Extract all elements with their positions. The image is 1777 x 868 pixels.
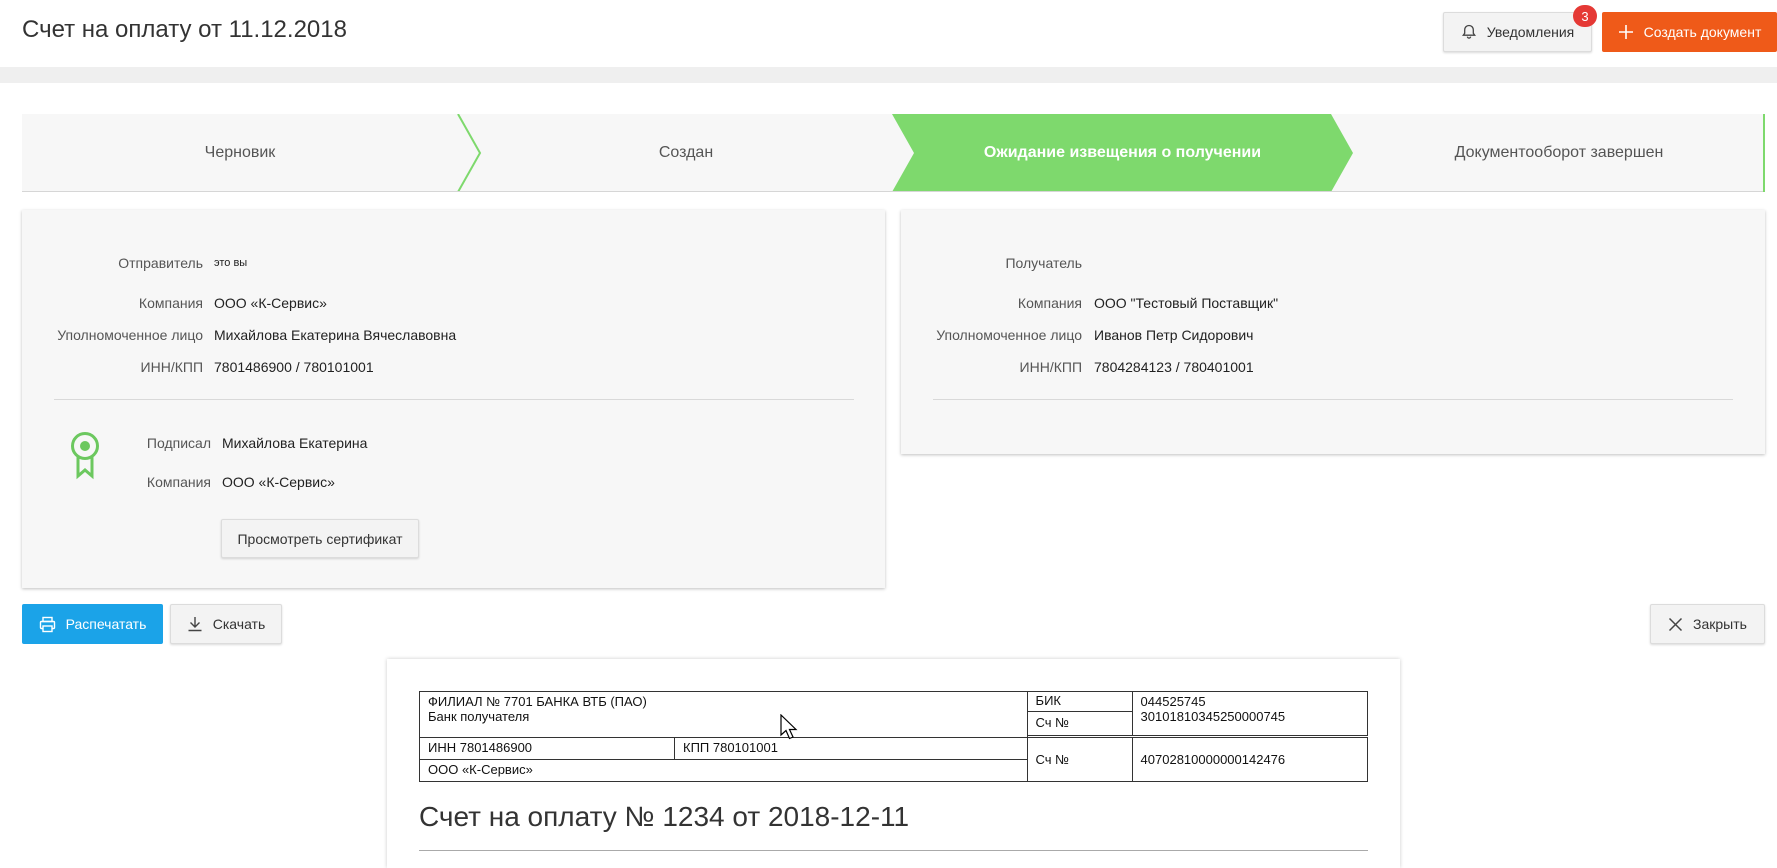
receiver-role-label: Получатель xyxy=(1005,255,1082,271)
sender-person-label: Уполномоченное лицо xyxy=(57,327,203,343)
sender-person-value: Михайлова Екатерина Вячеславовна xyxy=(214,327,457,343)
signed-label: Подписал xyxy=(146,435,211,451)
bik-label: БИК xyxy=(1027,693,1132,712)
sender-company-label: Компания xyxy=(138,295,203,311)
sender-divider xyxy=(54,399,854,400)
bik-label-cell: БИК Сч № xyxy=(1026,691,1133,736)
step-completed: Документооборот завершен xyxy=(1454,144,1664,161)
page-title: Счет на оплату от 11.12.2018 xyxy=(22,16,347,43)
status-stepper: Черновик Создан Ожидание извещения о пол… xyxy=(22,114,1765,192)
plus-icon xyxy=(1618,25,1633,39)
receiver-inn-label: ИНН/КПП xyxy=(1019,359,1082,375)
notifications-button[interactable]: Уведомления xyxy=(1443,12,1592,52)
signed-company-value: ООО «К-Сервис» xyxy=(222,474,335,490)
sender-inn-value: 7801486900 / 780101001 xyxy=(214,359,374,375)
download-button[interactable]: Скачать xyxy=(170,604,282,644)
close-icon xyxy=(1669,617,1683,631)
bik-value-cell: 044525745 30101810345250000745 xyxy=(1131,691,1369,736)
corr-account-label: Сч № xyxy=(1035,715,1070,730)
step-created: Создан xyxy=(658,144,714,161)
bank-label: Банк получателя xyxy=(428,709,530,724)
print-label: Распечатать xyxy=(65,616,147,632)
signature-award-icon xyxy=(71,432,99,480)
sender-role-value: это вы xyxy=(214,257,248,269)
receiver-divider xyxy=(933,399,1733,400)
bik-value: 044525745 xyxy=(1140,694,1206,709)
download-icon xyxy=(188,617,202,632)
mouse-cursor-icon xyxy=(780,714,798,740)
notifications-count-badge: 3 xyxy=(1573,5,1597,27)
create-document-button[interactable]: Создать документ xyxy=(1602,12,1777,52)
account-value-cell: 40702810000000142476 xyxy=(1131,737,1369,782)
printer-icon xyxy=(39,616,55,632)
account-label-cell: Сч № xyxy=(1026,737,1133,782)
top-bar: Счет на оплату от 11.12.2018 Уведомления… xyxy=(0,0,1777,67)
bell-icon xyxy=(1461,24,1476,39)
corr-account-value: 30101810345250000745 xyxy=(1140,709,1286,724)
step-awaiting-receipt: Ожидание извещения о получении xyxy=(983,144,1262,161)
invoice-title-divider xyxy=(419,850,1368,851)
sender-role-label: Отправитель xyxy=(118,255,203,271)
receiver-person-label: Уполномоченное лицо xyxy=(936,327,1082,343)
bank-details-table: ФИЛИАЛ № 7701 БАНКА ВТБ (ПАО) Банк получ… xyxy=(419,691,1369,782)
signed-value: Михайлова Екатерина xyxy=(222,435,368,451)
kpp-cell: КПП 780101001 xyxy=(674,737,1028,760)
sender-company-value: ООО «К-Сервис» xyxy=(214,295,327,311)
header-divider-band xyxy=(0,67,1777,83)
inn-cell: ИНН 7801486900 xyxy=(419,737,675,760)
bank-name: ФИЛИАЛ № 7701 БАНКА ВТБ (ПАО) xyxy=(428,694,647,709)
close-label: Закрыть xyxy=(1693,616,1747,632)
download-label: Скачать xyxy=(212,616,266,632)
sender-inn-label: ИНН/КПП xyxy=(140,359,203,375)
invoice-title: Счет на оплату № 1234 от 2018-12-11 xyxy=(419,801,910,832)
recipient-cell: ООО «К-Сервис» xyxy=(419,759,1028,782)
receiver-company-value: ООО "Тестовый Поставщик" xyxy=(1094,295,1279,311)
notifications-label: Уведомления xyxy=(1486,24,1575,40)
receiver-person-value: Иванов Петр Сидорович xyxy=(1094,327,1254,343)
receiver-inn-value: 7804284123 / 780401001 xyxy=(1094,359,1254,375)
view-certificate-button[interactable]: Просмотреть сертификат xyxy=(221,519,419,558)
print-button[interactable]: Распечатать xyxy=(22,604,163,644)
bank-name-cell: ФИЛИАЛ № 7701 БАНКА ВТБ (ПАО) Банк получ… xyxy=(419,691,1028,738)
close-button[interactable]: Закрыть xyxy=(1650,604,1765,644)
signed-company-label: Компания xyxy=(146,474,211,490)
step-draft: Черновик xyxy=(204,144,276,161)
document-preview: ФИЛИАЛ № 7701 БАНКА ВТБ (ПАО) Банк получ… xyxy=(387,659,1400,868)
create-document-label: Создать документ xyxy=(1643,24,1762,40)
receiver-company-label: Компания xyxy=(1017,295,1082,311)
